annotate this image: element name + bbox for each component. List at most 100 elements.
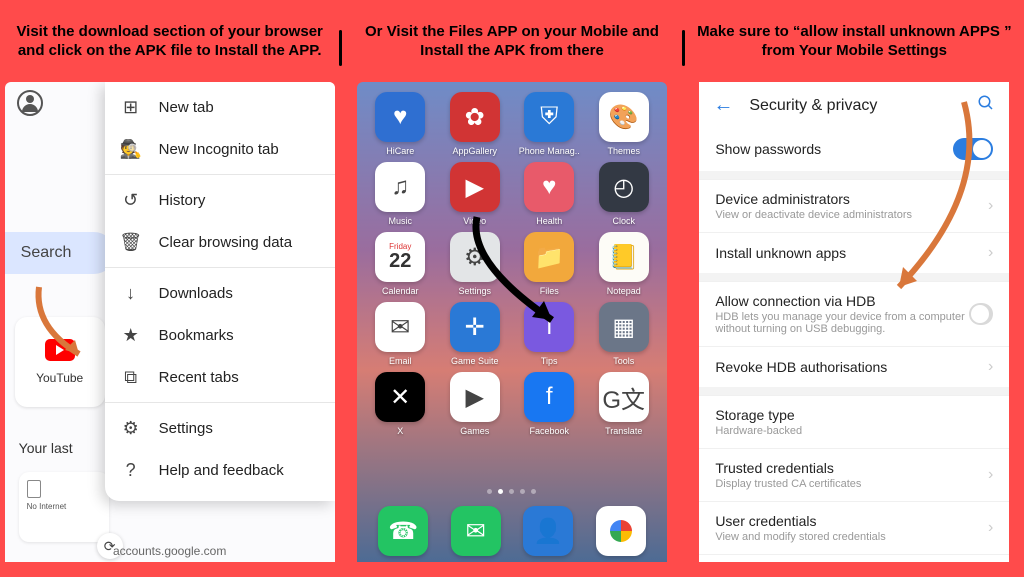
app-icon: G文 <box>599 372 649 422</box>
setting-install-from-sd-card[interactable]: Install from SD cardInstall certificates… <box>699 554 1009 562</box>
app-icon: 🎨 <box>599 92 649 142</box>
setting-title: Install unknown apps <box>715 245 846 261</box>
app-label: Health <box>536 216 562 226</box>
app-label: Themes <box>607 146 640 156</box>
setting-title: Show passwords <box>715 141 821 157</box>
app-video[interactable]: ▶Video <box>439 162 510 226</box>
no-internet-card[interactable]: No Internet <box>19 472 109 542</box>
app-phone-manag-[interactable]: ⛨Phone Manag.. <box>514 92 585 156</box>
app-icon: ♫ <box>375 162 425 212</box>
menu-settings[interactable]: ⚙Settings <box>105 407 335 449</box>
app-tips[interactable]: iTips <box>514 302 585 366</box>
app-label: Translate <box>605 426 642 436</box>
menu-item-label: Settings <box>159 420 213 437</box>
menu-help-and-feedback[interactable]: ?Help and feedback <box>105 449 335 491</box>
setting-subtitle: HDB lets you manage your device from a c… <box>715 311 969 335</box>
help-and-feedback-icon: ? <box>121 460 141 480</box>
app-icon: ♥ <box>524 162 574 212</box>
menu-history[interactable]: ↺History <box>105 179 335 221</box>
setting-show-passwords[interactable]: Show passwords <box>699 127 1009 171</box>
app-icon: ♥ <box>375 92 425 142</box>
app-facebook[interactable]: f Facebook <box>514 372 585 436</box>
app-icon: ✛ <box>450 302 500 352</box>
app-hicare[interactable]: ♥ HiCare <box>365 92 436 156</box>
search-icon[interactable] <box>977 94 995 117</box>
app-icon: f <box>524 372 574 422</box>
app-label: Facebook <box>529 426 569 436</box>
setting-trusted-credentials[interactable]: Trusted credentialsDisplay trusted CA ce… <box>699 448 1009 501</box>
dock-app[interactable]: ✉ <box>451 506 501 556</box>
app-files[interactable]: 📁 Files <box>514 232 585 296</box>
setting-revoke-hdb-authorisations[interactable]: Revoke HDB authorisations › <box>699 346 1009 387</box>
menu-recent-tabs[interactable]: ⧉Recent tabs <box>105 356 335 398</box>
setting-device-administrators[interactable]: Device administratorsView or deactivate … <box>699 179 1009 232</box>
app-appgallery[interactable]: ✿AppGallery <box>439 92 510 156</box>
new-tab-icon: ⊞ <box>121 97 141 117</box>
chevron-right-icon: › <box>988 466 993 484</box>
app-email[interactable]: ✉Email <box>365 302 436 366</box>
app-music[interactable]: ♫Music <box>365 162 436 226</box>
app-label: Email <box>389 356 412 366</box>
browser-menu: ⊞ New tab 🕵New Incognito tab ↺History🗑Clear… <box>105 82 335 501</box>
caption-2: Or Visit the Files APP on your Mobile an… <box>346 6 677 78</box>
chevron-right-icon: › <box>988 358 993 376</box>
app-health[interactable]: ♥ Health <box>514 162 585 226</box>
menu-clear-browsing-data[interactable]: 🗑Clear browsing data <box>105 221 335 263</box>
history-icon: ↺ <box>121 190 141 210</box>
menu-downloads[interactable]: ↓Downloads <box>105 272 335 314</box>
setting-storage-type[interactable]: Storage typeHardware-backed <box>699 395 1009 448</box>
dock-app[interactable]: ☎ <box>378 506 428 556</box>
app-games[interactable]: ▶Games <box>439 372 510 436</box>
menu-bookmarks[interactable]: ★ Bookmarks <box>105 314 335 356</box>
app-tools[interactable]: ▦ Tools <box>588 302 659 366</box>
app-label: Game Suite <box>451 356 499 366</box>
toggle[interactable] <box>953 138 993 160</box>
caption-1: Visit the download section of your brows… <box>4 6 335 78</box>
app-label: Calendar <box>382 286 419 296</box>
app-clock[interactable]: ◴Clock <box>588 162 659 226</box>
app-label: Notepad <box>607 286 641 296</box>
setting-install-unknown-apps[interactable]: Install unknown apps› <box>699 232 1009 273</box>
youtube-shortcut[interactable]: YouTube <box>15 317 105 407</box>
setting-allow-connection-via-hdb[interactable]: Allow connection via HDBHDB lets you man… <box>699 281 1009 346</box>
youtube-label: YouTube <box>36 371 83 385</box>
app-icon: ▦ <box>599 302 649 352</box>
menu-item-label: Bookmarks <box>159 327 234 344</box>
clear-browsing-data-icon: 🗑 <box>121 232 141 252</box>
app-label: HiCare <box>386 146 414 156</box>
setting-title: Storage type <box>715 407 802 423</box>
app-themes[interactable]: 🎨 Themes <box>588 92 659 156</box>
app-translate[interactable]: G文 Translate <box>588 372 659 436</box>
app-icon: ✿ <box>450 92 500 142</box>
doc-icon <box>27 480 41 498</box>
setting-title: Revoke HDB authorisations <box>715 359 887 375</box>
app-x[interactable]: ✕X <box>365 372 436 436</box>
app-label: Tools <box>613 356 634 366</box>
avatar-icon[interactable] <box>17 90 43 116</box>
app-icon: ▶ <box>450 372 500 422</box>
app-label: Files <box>540 286 559 296</box>
back-button[interactable]: ← <box>713 94 733 117</box>
toggle[interactable] <box>969 303 993 325</box>
search-bar[interactable]: Search <box>5 232 115 274</box>
setting-user-credentials[interactable]: User credentialsView and modify stored c… <box>699 501 1009 554</box>
url-label: accounts.google.com <box>5 544 335 558</box>
menu-new-tab[interactable]: ⊞ New tab <box>105 86 335 128</box>
page-title: Security & privacy <box>749 97 877 115</box>
dock-app[interactable]: 👤 <box>523 506 573 556</box>
setting-subtitle: Display trusted CA certificates <box>715 478 861 490</box>
menu-new-incognito-tab[interactable]: 🕵New Incognito tab <box>105 128 335 170</box>
menu-item-label: New tab <box>159 99 214 116</box>
app-calendar[interactable]: Friday22Calendar <box>365 232 436 296</box>
app-game-suite[interactable]: ✛ Game Suite <box>439 302 510 366</box>
app-label: Tips <box>541 356 558 366</box>
dock-app[interactable] <box>596 506 646 556</box>
settings-header: ← Security & privacy <box>699 82 1009 127</box>
app-notepad[interactable]: 📒Notepad <box>588 232 659 296</box>
page-indicator <box>357 489 667 494</box>
downloads-icon: ↓ <box>121 283 141 303</box>
bookmarks-icon: ★ <box>121 325 141 345</box>
app-settings[interactable]: ⚙Settings <box>439 232 510 296</box>
browser-screenshot: Search YouTube Your last No Internet ⊞Ne… <box>5 82 335 562</box>
app-icon: 📁 <box>524 232 574 282</box>
